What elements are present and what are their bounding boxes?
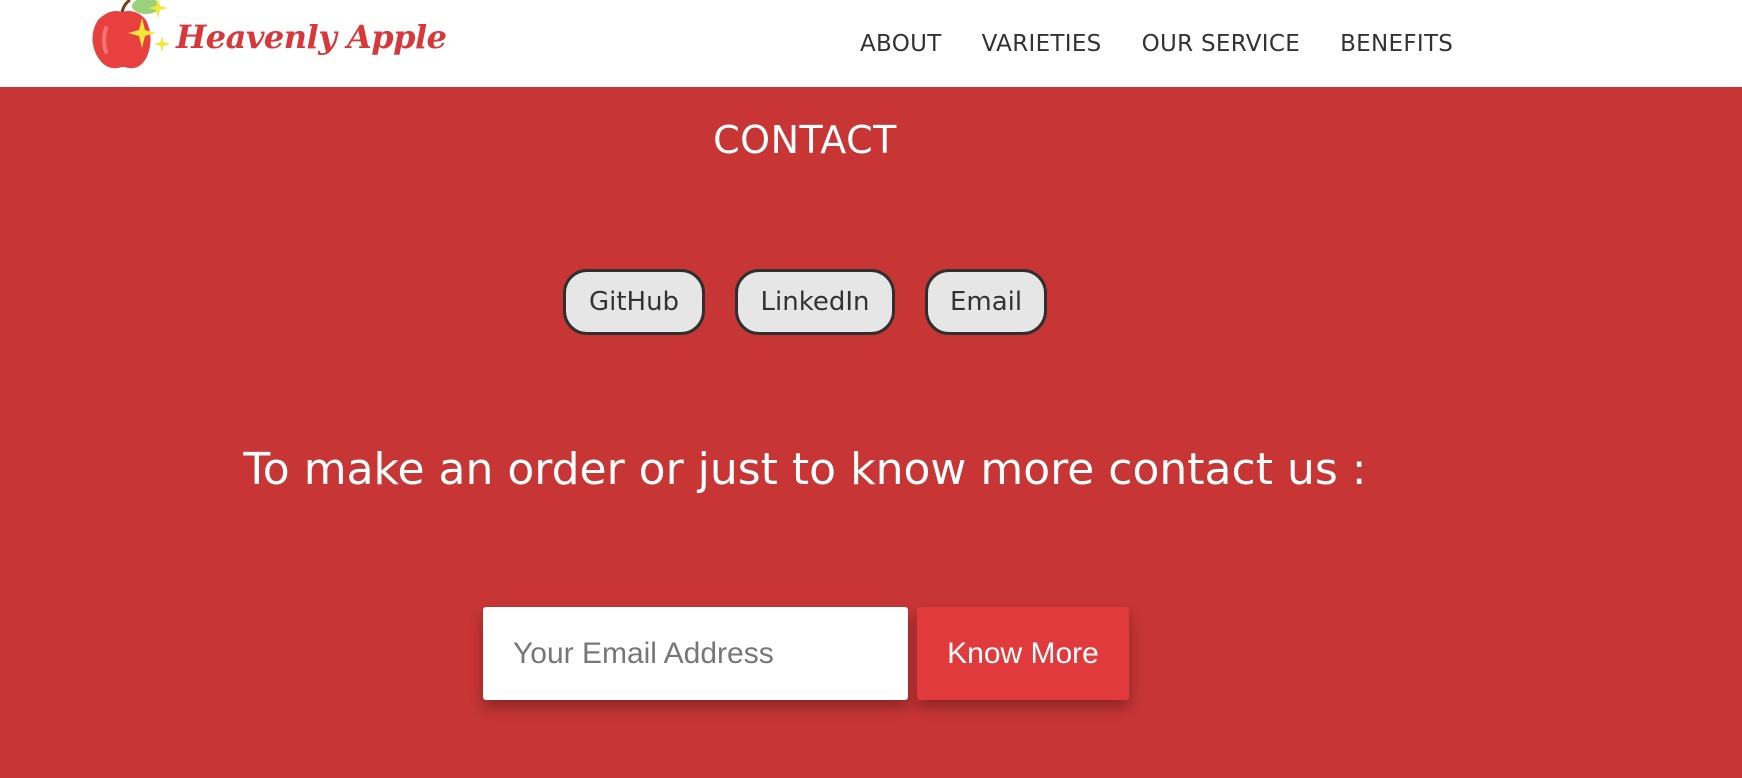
email-signup-form: Know More — [483, 607, 1129, 700]
social-links: GitHub LinkedIn Email — [0, 269, 1610, 335]
apple-icon — [92, 0, 170, 69]
github-link[interactable]: GitHub — [563, 269, 705, 335]
linkedin-link[interactable]: LinkedIn — [735, 269, 895, 335]
email-input[interactable] — [483, 607, 908, 700]
nav-about[interactable]: ABOUT — [860, 31, 942, 57]
main-nav: ABOUT VARIETIES OUR SERVICE BENEFITS — [860, 0, 1453, 87]
contact-heading: CONTACT — [713, 118, 897, 162]
brand-name: Heavenly Apple — [176, 18, 447, 56]
know-more-button[interactable]: Know More — [917, 607, 1129, 700]
site-header: Heavenly Apple ABOUT VARIETIES OUR SERVI… — [0, 0, 1742, 87]
nav-benefits[interactable]: BENEFITS — [1340, 31, 1453, 57]
email-link[interactable]: Email — [925, 269, 1047, 335]
nav-our-service[interactable]: OUR SERVICE — [1142, 31, 1301, 57]
nav-varieties[interactable]: VARIETIES — [982, 31, 1102, 57]
contact-cta-text: To make an order or just to know more co… — [243, 444, 1367, 495]
